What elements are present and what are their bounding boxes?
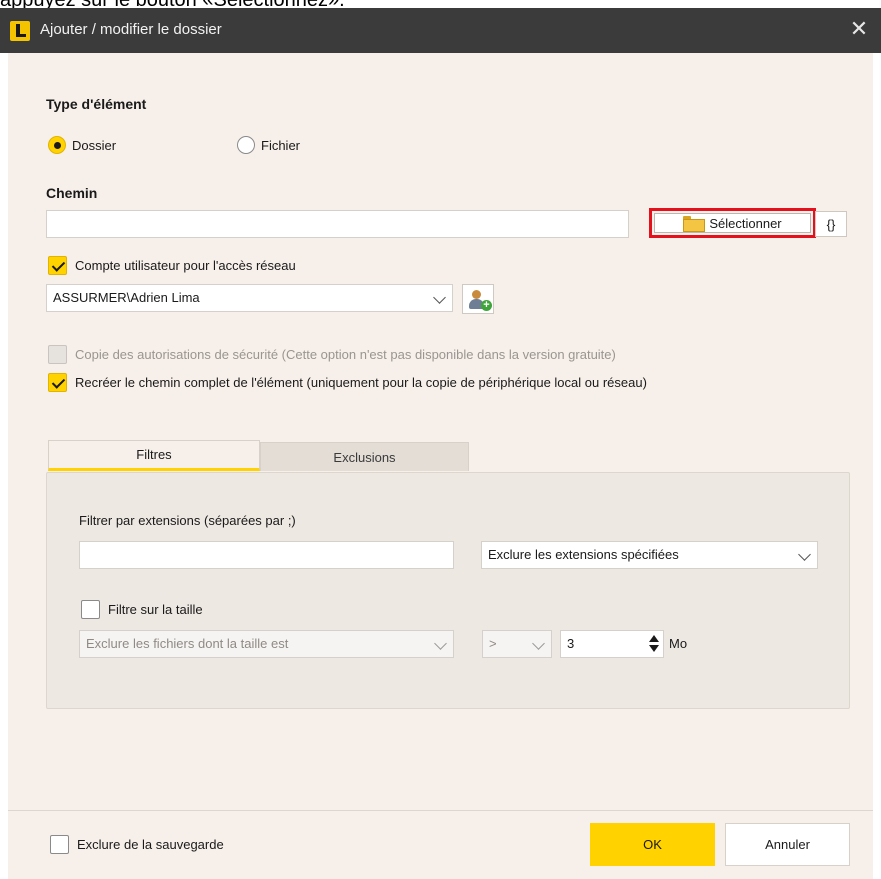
- checkbox-checked-icon: [48, 373, 67, 392]
- size-value-spinner[interactable]: 3: [560, 630, 664, 658]
- recreate-path-label: Recréer le chemin complet de l'élément (…: [75, 375, 647, 390]
- radio-selected-icon: [48, 136, 66, 154]
- size-mode-dropdown[interactable]: Exclure les fichiers dont la taille est: [79, 630, 454, 658]
- add-user-button[interactable]: +: [462, 284, 494, 314]
- radio-fichier-label: Fichier: [261, 137, 301, 153]
- chevron-down-icon: [532, 637, 545, 650]
- path-heading: Chemin: [46, 185, 98, 201]
- network-account-label: Compte utilisateur pour l'accès réseau: [75, 258, 296, 273]
- extensions-input[interactable]: [79, 541, 454, 569]
- checkbox-checked-icon: [48, 256, 67, 275]
- exclude-backup-checkbox[interactable]: Exclure de la sauvegarde: [50, 835, 224, 854]
- account-dropdown[interactable]: ASSURMER\Adrien Lima: [46, 284, 453, 312]
- size-unit: Mo: [669, 636, 688, 651]
- cancel-button[interactable]: Annuler: [725, 823, 850, 866]
- ok-button[interactable]: OK: [590, 823, 715, 866]
- select-button-label: Sélectionner: [709, 215, 782, 231]
- type-heading: Type d'élément: [46, 96, 147, 112]
- size-mode-value: Exclure les fichiers dont la taille est: [86, 636, 289, 651]
- copy-permissions-checkbox[interactable]: Copie des autorisations de sécurité (Cet…: [48, 345, 616, 364]
- radio-fichier[interactable]: Fichier: [237, 136, 300, 154]
- exclude-backup-label: Exclure de la sauvegarde: [77, 837, 224, 852]
- checkbox-unchecked-icon: [50, 835, 69, 854]
- dialog-body: Type d'élément Dossier Fichier Chemin Sé…: [8, 53, 873, 879]
- caption-fragment: appuyez sur le bouton «Sélectionnez».: [0, 0, 881, 8]
- user-icon: [472, 290, 481, 299]
- chevron-down-icon: [798, 548, 811, 561]
- size-filter-label: Filtre sur la taille: [108, 602, 203, 617]
- path-input[interactable]: [46, 210, 629, 238]
- radio-dossier-label: Dossier: [72, 137, 117, 153]
- app-logo-icon: [10, 21, 30, 41]
- copy-permissions-label: Copie des autorisations de sécurité (Cet…: [75, 347, 616, 362]
- variables-button[interactable]: {}: [815, 211, 847, 237]
- operator-value: >: [489, 636, 497, 651]
- tab-exclusions[interactable]: Exclusions: [260, 442, 469, 471]
- select-button[interactable]: Sélectionner: [654, 213, 811, 233]
- size-value: 3: [567, 636, 575, 651]
- extensions-label: Filtrer par extensions (séparées par ;): [79, 513, 296, 528]
- tab-filtres[interactable]: Filtres: [48, 440, 260, 471]
- checkbox-disabled-icon: [48, 345, 67, 364]
- close-icon[interactable]: ✕: [847, 18, 871, 42]
- footer-divider: [8, 810, 873, 811]
- chevron-down-icon: [433, 291, 446, 304]
- network-account-checkbox[interactable]: Compte utilisateur pour l'accès réseau: [48, 256, 296, 275]
- account-value: ASSURMER\Adrien Lima: [53, 290, 200, 305]
- select-button-highlight: Sélectionner: [649, 208, 816, 238]
- filters-panel: [46, 472, 850, 709]
- size-filter-checkbox[interactable]: Filtre sur la taille: [81, 600, 203, 619]
- folder-icon: [683, 216, 706, 232]
- window-title: Ajouter / modifier le dossier: [40, 21, 222, 38]
- chevron-down-icon: [434, 637, 447, 650]
- radio-dossier[interactable]: Dossier: [48, 136, 116, 154]
- operator-dropdown[interactable]: >: [482, 630, 552, 658]
- spinner-arrows-icon[interactable]: [649, 635, 659, 653]
- checkbox-unchecked-icon: [81, 600, 100, 619]
- plus-icon: +: [481, 300, 492, 311]
- recreate-path-checkbox[interactable]: Recréer le chemin complet de l'élément (…: [48, 373, 647, 392]
- extensions-mode-dropdown[interactable]: Exclure les extensions spécifiées: [481, 541, 818, 569]
- title-bar: Ajouter / modifier le dossier ✕: [0, 8, 881, 53]
- radio-unselected-icon: [237, 136, 255, 154]
- extensions-mode-value: Exclure les extensions spécifiées: [488, 547, 679, 562]
